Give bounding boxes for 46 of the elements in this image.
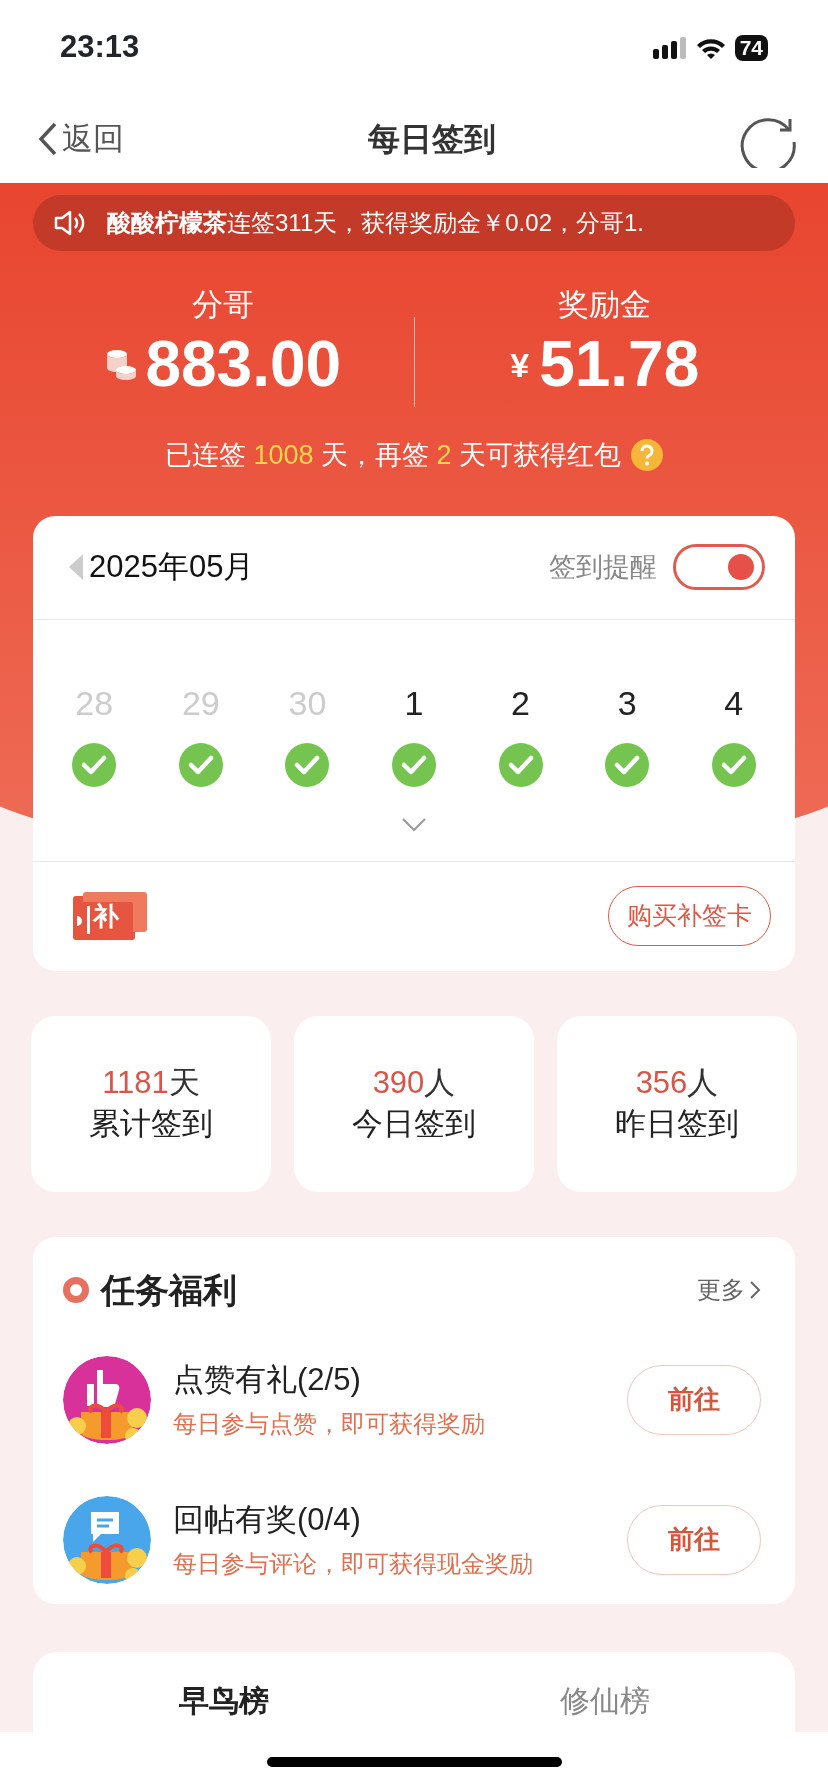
chat-gift-icon (63, 1495, 151, 1584)
chevron-down-icon[interactable] (401, 816, 427, 833)
notice-text: 酸酸柠檬茶连签311天，获得奖励金￥0.02，分哥1. (107, 208, 644, 238)
back-button[interactable]: 返回 (38, 115, 124, 163)
status-time: 23:13 (60, 28, 140, 67)
stat-value: 1181天 (102, 1064, 200, 1103)
leaderboard-tab[interactable]: 修仙榜 (555, 1677, 654, 1720)
triangle-left-icon (69, 554, 83, 580)
balance-value: 883.00 (145, 328, 342, 403)
stat-value: 356人 (635, 1064, 719, 1103)
signal-icon (652, 36, 687, 59)
battery-level: 74 (734, 34, 768, 61)
chevron-right-icon (749, 1280, 761, 1300)
coins-icon (105, 348, 138, 383)
page-title: 每日签到 (368, 120, 496, 159)
currency-symbol: ¥ (510, 345, 530, 385)
go-button[interactable]: 前往 (627, 1504, 761, 1575)
task-description: 每日参与评论，即可获得现金奖励 (173, 1548, 534, 1579)
day-number[interactable]: 2 (511, 677, 530, 729)
day-number[interactable]: 3 (617, 677, 637, 729)
task-title: 点赞有礼(2/5) (173, 1361, 362, 1400)
thumbs-up-gift-icon (63, 1355, 151, 1444)
reminder-toggle[interactable] (673, 544, 765, 590)
streak-text: 已连签 1008 天，再签 2 天可获得红包 (164, 439, 622, 472)
stat-label: 累计签到 (89, 1104, 213, 1143)
balance-value: 51.78 (539, 328, 700, 403)
leaderboard-tab[interactable]: 早鸟榜 (174, 1677, 273, 1720)
section-title: 任务福利 (101, 1269, 237, 1311)
task-description: 每日参与点赞，即可获得奖励 (173, 1408, 486, 1439)
day-number[interactable]: 4 (724, 677, 744, 729)
speaker-icon (53, 209, 87, 237)
balance-label: 分哥 (191, 285, 256, 324)
go-button[interactable]: 前往 (627, 1364, 761, 1435)
stat-value: 390人 (372, 1064, 456, 1103)
stat-label: 昨日签到 (615, 1104, 739, 1143)
reminder-label: 签到提醒 (549, 550, 657, 584)
help-icon[interactable] (631, 439, 664, 472)
month-selector[interactable]: 2025年05月 (69, 543, 255, 591)
day-number[interactable]: 1 (404, 677, 424, 729)
more-link[interactable]: 更多 (697, 1272, 761, 1308)
buy-makeup-card-button[interactable]: 购买补签卡 (608, 886, 771, 946)
task-title: 回帖有奖(0/4) (173, 1501, 362, 1540)
stat-label: 今日签到 (352, 1104, 476, 1143)
ring-icon (63, 1277, 89, 1303)
balance-label: 奖励金 (557, 285, 653, 324)
chevron-left-icon (38, 122, 58, 156)
